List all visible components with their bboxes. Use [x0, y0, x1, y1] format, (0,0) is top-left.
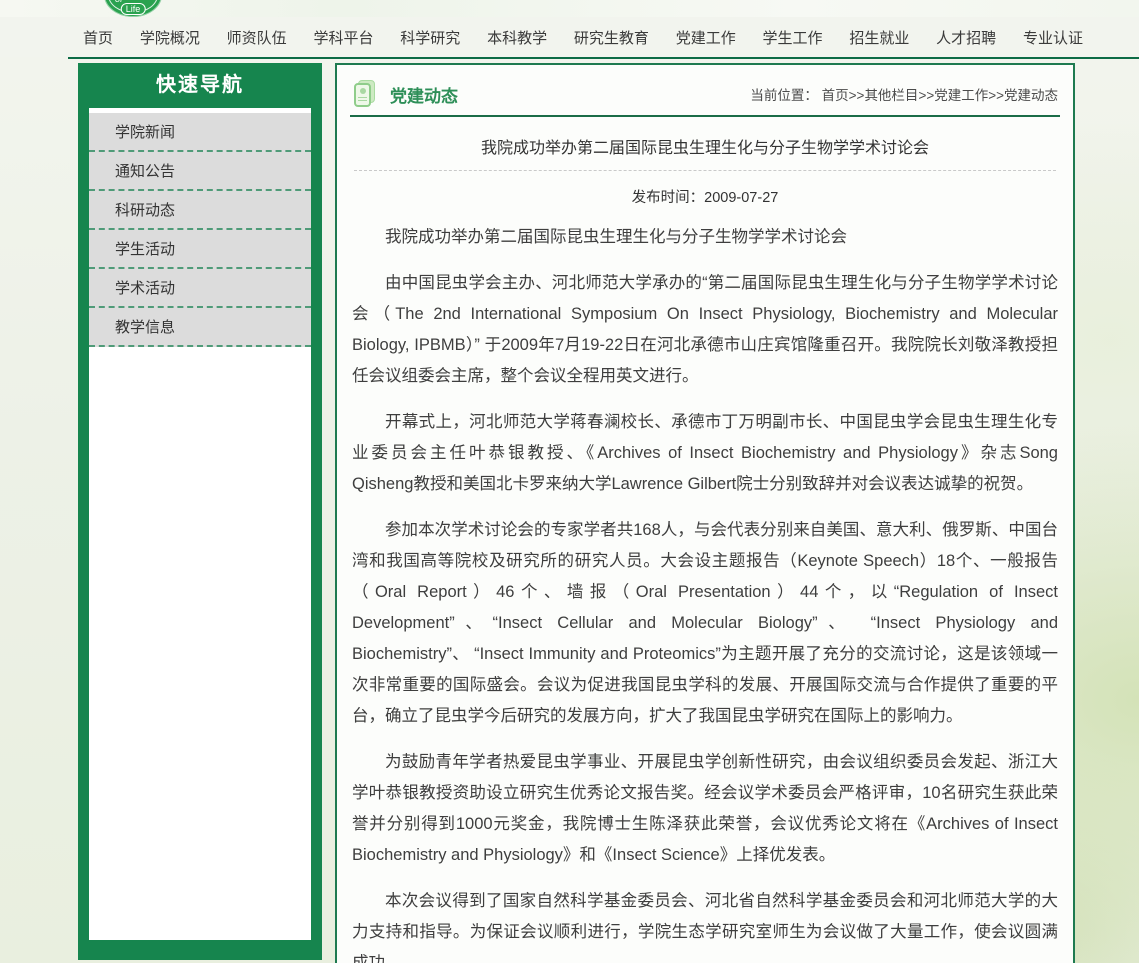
logo-text-life: Life: [121, 3, 146, 15]
sidebar-item[interactable]: 教学信息: [89, 308, 311, 347]
nav-item[interactable]: 人才招聘: [936, 27, 996, 48]
content-panel: 党建动态 当前位置： 首页>>其他栏目>>党建工作>>党建动态 我院成功举办第二…: [335, 63, 1075, 963]
nav-item[interactable]: 首页: [83, 27, 113, 48]
breadcrumb-separator: >>: [918, 88, 934, 103]
article-paragraph: 开幕式上，河北师范大学蒋春澜校长、承德市丁万明副市长、中国昆虫学会昆虫生理生化专…: [352, 407, 1058, 500]
article-paragraph: 本次会议得到了国家自然科学基金委员会、河北省自然科学基金委员会和河北师范大学的大…: [352, 886, 1058, 963]
article: 我院成功举办第二届国际昆虫生理生化与分子生物学学术讨论会 发布时间：2009-0…: [347, 134, 1063, 963]
quick-nav-sidebar: 快速导航 学院新闻通知公告科研动态学生活动学术活动教学信息: [78, 63, 322, 960]
nav-item[interactable]: 党建工作: [676, 27, 736, 48]
nav-item[interactable]: 招生就业: [849, 27, 909, 48]
publish-time: 发布时间：2009-07-27: [352, 186, 1058, 207]
article-title: 我院成功举办第二届国际昆虫生理生化与分子生物学学术讨论会: [352, 134, 1058, 158]
top-banner: of Life: [0, 0, 1139, 17]
sidebar-item[interactable]: 学生活动: [89, 230, 311, 269]
article-body: 我院成功举办第二届国际昆虫生理生化与分子生物学学术讨论会由中国昆虫学会主办、河北…: [352, 222, 1058, 963]
breadcrumb-separator: >>: [849, 88, 865, 103]
sidebar-item[interactable]: 学术活动: [89, 269, 311, 308]
sidebar-title: 快速导航: [78, 63, 322, 108]
sidebar-item[interactable]: 学院新闻: [89, 113, 311, 152]
page: of Life 首页学院概况师资队伍学科平台科学研究本科教学研究生教育党建工作学…: [0, 0, 1139, 963]
college-logo-icon[interactable]: of Life: [104, 0, 162, 17]
nav-underline: [68, 57, 1139, 59]
breadcrumb-links: 首页>>其他栏目>>党建工作>>党建动态: [822, 88, 1058, 103]
nav-item[interactable]: 专业认证: [1023, 27, 1083, 48]
nav-item[interactable]: 研究生教育: [574, 27, 649, 48]
article-paragraph: 参加本次学术讨论会的专家学者共168人，与会代表分别来自美国、意大利、俄罗斯、中…: [352, 515, 1058, 732]
breadcrumb: 当前位置： 首页>>其他栏目>>党建工作>>党建动态: [750, 84, 1058, 104]
top-nav: 首页 学院概况 师资队伍 学科平台 科学研究 本科教学 研究生教育 党建工作 学生工作 招生就业 人…: [0, 17, 1139, 57]
document-card-icon: [352, 80, 378, 108]
article-paragraph: 由中国昆虫学会主办、河北师范大学承办的“第二届国际昆虫生理生化与分子生物学学术讨…: [352, 268, 1058, 392]
nav-item[interactable]: 师资队伍: [227, 27, 287, 48]
sidebar-item[interactable]: 科研动态: [89, 191, 311, 230]
nav-item[interactable]: 学生工作: [763, 27, 823, 48]
title-divider: [354, 170, 1056, 171]
article-paragraph: 为鼓励青年学者热爱昆虫学事业、开展昆虫学创新性研究，由会议组织委员会发起、浙江大…: [352, 747, 1058, 871]
document-card-icon-front: [354, 83, 371, 107]
section-title[interactable]: 党建动态: [390, 82, 458, 107]
sidebar-item[interactable]: 通知公告: [89, 152, 311, 191]
document-card-icon-lines: [358, 97, 367, 103]
breadcrumb-link[interactable]: 党建工作: [934, 88, 988, 103]
nav-item[interactable]: 学院概况: [140, 27, 200, 48]
nav-item[interactable]: 学科平台: [313, 27, 373, 48]
breadcrumb-link[interactable]: 首页: [822, 88, 849, 103]
document-card-icon-dot: [360, 88, 366, 94]
section-header: 党建动态 当前位置： 首页>>其他栏目>>党建工作>>党建动态: [350, 77, 1060, 117]
nav-item[interactable]: 本科教学: [487, 27, 547, 48]
article-paragraph: 我院成功举办第二届国际昆虫生理生化与分子生物学学术讨论会: [352, 222, 1058, 253]
sidebar-menu: 学院新闻通知公告科研动态学生活动学术活动教学信息: [89, 108, 311, 940]
logo-text-of: of: [115, 0, 123, 4]
breadcrumb-separator: >>: [988, 88, 1004, 103]
breadcrumb-link[interactable]: 其他栏目: [864, 88, 918, 103]
breadcrumb-link[interactable]: 党建动态: [1004, 88, 1058, 103]
breadcrumb-prefix: 当前位置：: [750, 88, 818, 103]
nav-item[interactable]: 科学研究: [400, 27, 460, 48]
